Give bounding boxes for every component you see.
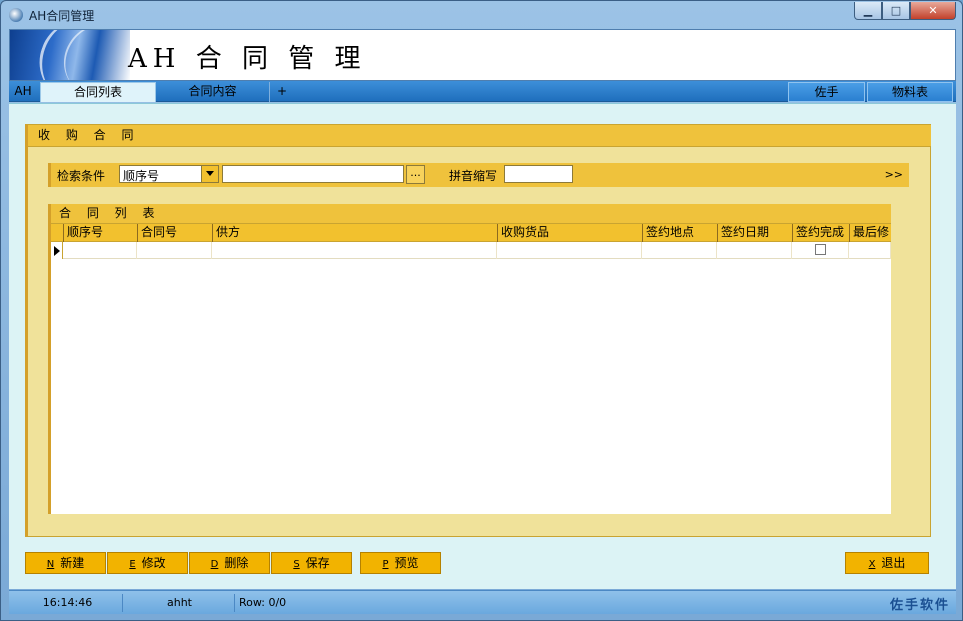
tab-assistant[interactable]: 佐手: [788, 82, 865, 102]
table-row[interactable]: [51, 242, 891, 259]
column-header[interactable]: 最后修: [849, 224, 891, 242]
completed-checkbox[interactable]: [815, 244, 826, 255]
column-header[interactable]: 收购货品: [497, 224, 642, 242]
window-title: AH合同管理: [29, 9, 95, 23]
status-user: ahht: [125, 594, 235, 612]
purchase-contract-panel: 收 购 合 同 检索条件 顺序号 ... 拼音缩写 >> 合 同 列 表 顺序号…: [25, 124, 931, 537]
app-icon: [9, 8, 23, 22]
tab-bar: AH 合同列表 合同内容 + 佐手 物料表: [9, 81, 956, 102]
tab-contract-list[interactable]: 合同列表: [40, 82, 156, 102]
panel-title: 收 购 合 同: [28, 125, 931, 147]
browse-button[interactable]: ...: [406, 165, 425, 184]
chevron-down-icon[interactable]: [201, 166, 218, 182]
preview-button[interactable]: P 预览: [360, 552, 441, 574]
new-button[interactable]: N 新建: [25, 552, 106, 574]
column-header[interactable]: 签约日期: [717, 224, 792, 242]
table-cell-completed[interactable]: [792, 242, 849, 259]
table-cell[interactable]: [642, 242, 717, 259]
table-cell[interactable]: [497, 242, 642, 259]
header-logo-art: [10, 30, 130, 80]
table-cell[interactable]: [63, 242, 137, 259]
edit-shortcut: E: [129, 559, 136, 570]
brand-label: 佐手软件: [889, 598, 950, 613]
table-cell[interactable]: [849, 242, 891, 259]
expand-button[interactable]: >>: [885, 168, 903, 181]
edit-button[interactable]: E 修改: [107, 552, 188, 574]
exit-shortcut: X: [868, 559, 876, 570]
pinyin-input[interactable]: [504, 165, 573, 183]
tab-materials[interactable]: 物料表: [867, 82, 953, 102]
minimize-button[interactable]: ▁: [854, 2, 882, 20]
tab-ah[interactable]: AH: [9, 82, 37, 102]
status-time: 16:14:46: [13, 594, 123, 612]
column-header[interactable]: 签约完成: [792, 224, 849, 242]
title-bar[interactable]: AH合同管理 ▁ □ ✕: [1, 1, 962, 29]
app-title: AH 合 同 管 理: [128, 44, 367, 74]
save-shortcut: S: [293, 559, 300, 570]
grid-title: 合 同 列 表: [51, 204, 891, 224]
grid-header: 顺序号 合同号 供方 收购货品 签约地点 签约日期 签约完成 最后修: [51, 224, 891, 242]
save-button[interactable]: S 保存: [271, 552, 352, 574]
table-cell[interactable]: [212, 242, 497, 259]
search-field-select[interactable]: 顺序号: [119, 165, 219, 183]
new-shortcut: N: [46, 559, 55, 570]
delete-shortcut: D: [210, 559, 219, 570]
column-header[interactable]: 合同号: [137, 224, 212, 242]
delete-button[interactable]: D 删除: [189, 552, 270, 574]
row-pointer-icon: [51, 242, 63, 259]
search-bar: 检索条件 顺序号 ... 拼音缩写 >>: [48, 163, 909, 187]
table-cell[interactable]: [137, 242, 212, 259]
tab-contract-content[interactable]: 合同内容: [156, 82, 270, 102]
contract-grid: 合 同 列 表 顺序号 合同号 供方 收购货品 签约地点 签约日期 签约完成 最…: [48, 204, 891, 514]
main-area: 收 购 合 同 检索条件 顺序号 ... 拼音缩写 >> 合 同 列 表 顺序号…: [9, 103, 956, 589]
save-label: 保存: [305, 556, 330, 570]
exit-label: 退出: [881, 556, 906, 570]
preview-label: 预览: [394, 556, 419, 570]
app-window: AH合同管理 ▁ □ ✕ AH 合 同 管 理 AH 合同列表 合同内容 + 佐…: [0, 0, 963, 621]
app-header: AH 合 同 管 理: [9, 29, 956, 81]
status-row-count: Row: 0/0: [239, 596, 287, 609]
column-header[interactable]: 供方: [212, 224, 497, 242]
new-label: 新建: [60, 556, 85, 570]
table-cell[interactable]: [717, 242, 792, 259]
delete-label: 删除: [224, 556, 249, 570]
edit-label: 修改: [141, 556, 166, 570]
pinyin-label: 拼音缩写: [449, 169, 498, 183]
preview-shortcut: P: [382, 559, 389, 570]
search-input[interactable]: [222, 165, 404, 183]
search-condition-label: 检索条件: [57, 169, 106, 183]
close-button[interactable]: ✕: [910, 2, 956, 20]
exit-button[interactable]: X 退出: [845, 552, 929, 574]
column-header[interactable]: 签约地点: [642, 224, 717, 242]
maximize-button[interactable]: □: [882, 2, 910, 20]
status-bar: 16:14:46 ahht Row: 0/0 佐手软件: [9, 590, 956, 614]
column-header[interactable]: 顺序号: [63, 224, 137, 242]
tab-add[interactable]: +: [271, 82, 293, 102]
search-field-value: 顺序号: [123, 169, 160, 183]
window-controls: ▁ □ ✕: [854, 2, 956, 20]
